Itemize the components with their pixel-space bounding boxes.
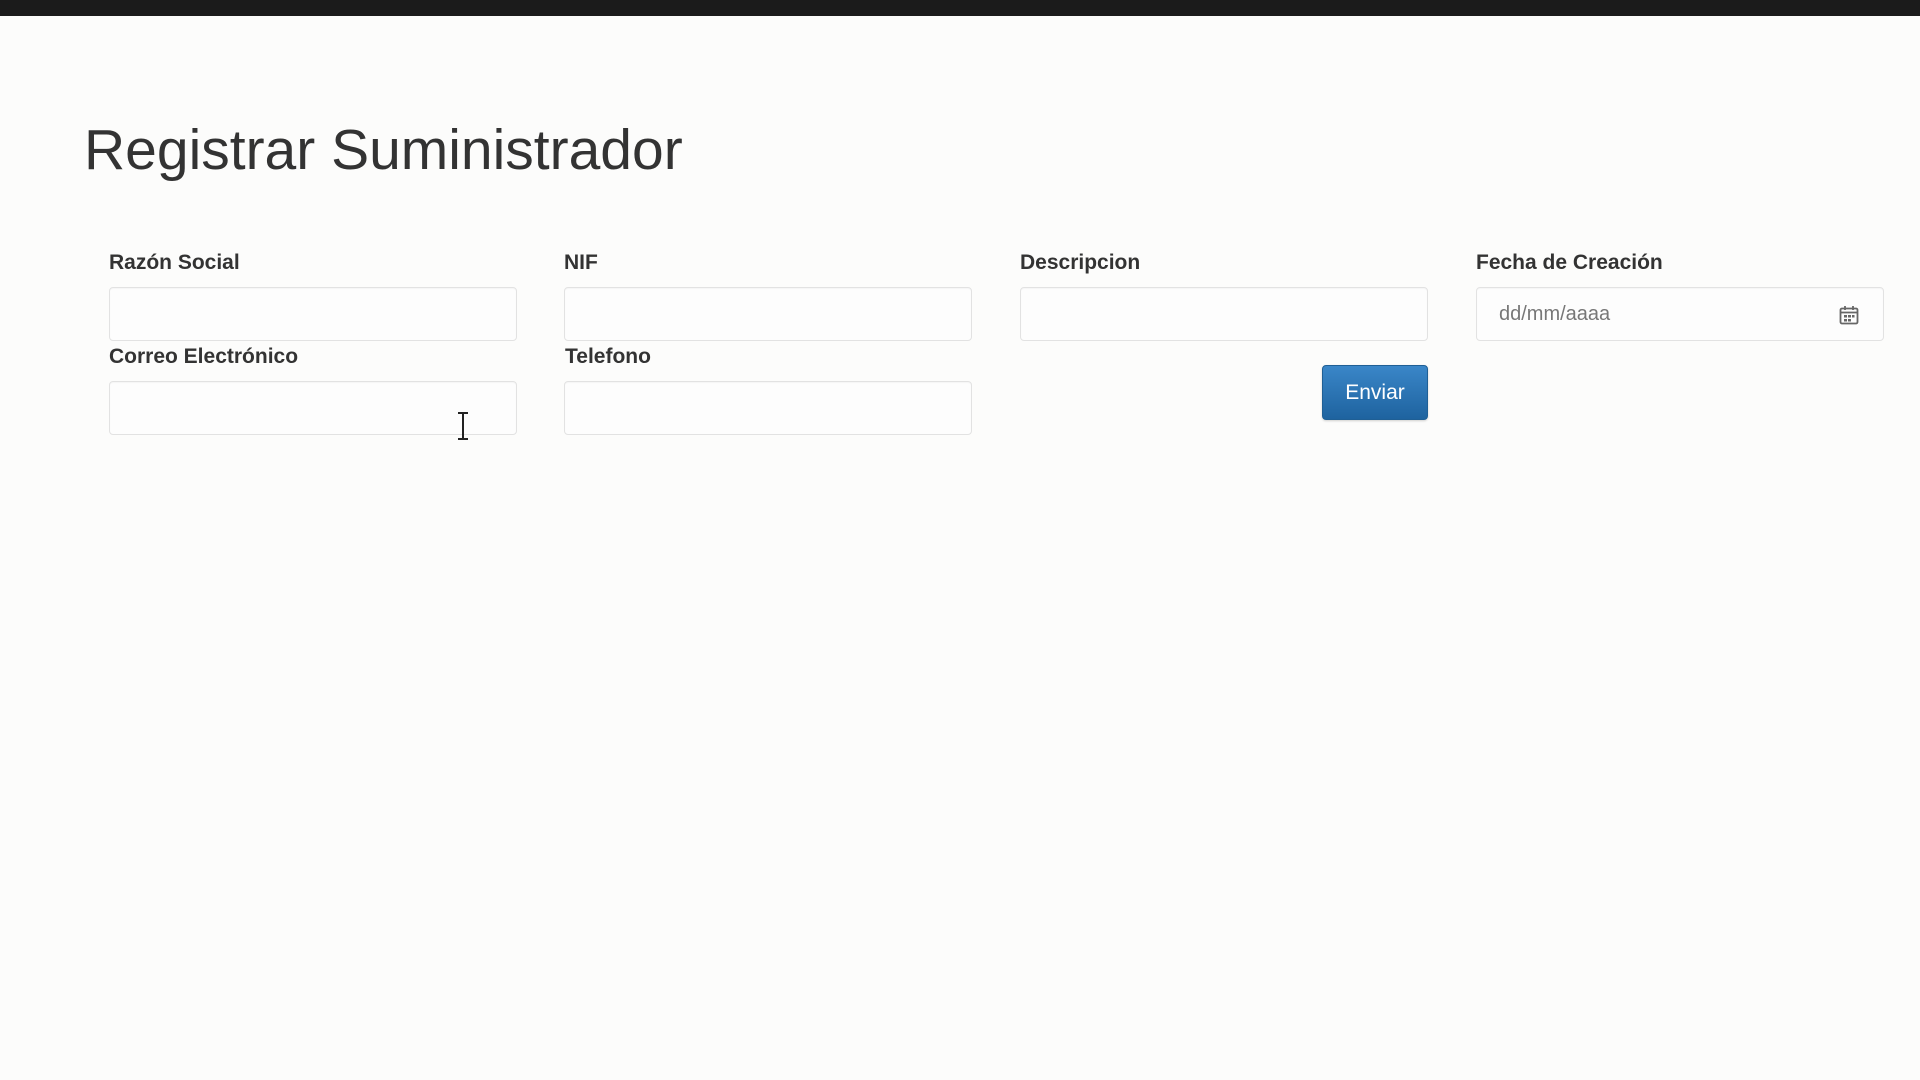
calendar-icon[interactable] — [1838, 304, 1860, 326]
telefono-label: Telefono — [565, 345, 651, 368]
fecha-creacion-label: Fecha de Creación — [1476, 251, 1663, 274]
telefono-input[interactable] — [564, 381, 972, 435]
supplier-registration-form: Razón Social NIF Descripcion Fecha de Cr… — [0, 0, 1920, 1080]
date-placeholder: dd/mm/aaaa — [1499, 303, 1611, 325]
submit-button[interactable]: Enviar — [1322, 365, 1428, 420]
nif-input[interactable] — [564, 287, 972, 341]
correo-electronico-label: Correo Electrónico — [109, 345, 299, 368]
razon-social-input[interactable] — [109, 287, 517, 341]
descripcion-input[interactable] — [1020, 287, 1428, 341]
text-cursor-icon — [458, 412, 468, 440]
fecha-creacion-date-input[interactable]: dd/mm/aaaa — [1476, 287, 1884, 341]
descripcion-label: Descripcion — [1020, 251, 1141, 274]
razon-social-label: Razón Social — [109, 251, 240, 274]
nif-label: NIF — [564, 251, 598, 274]
